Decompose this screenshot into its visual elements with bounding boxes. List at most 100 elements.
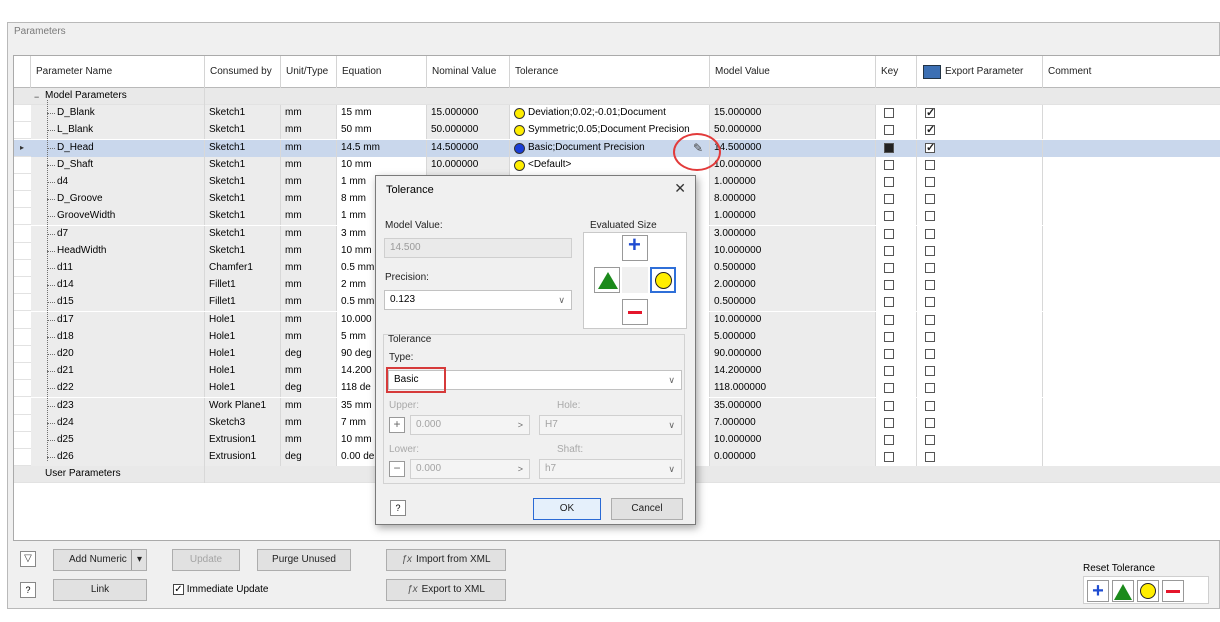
export-checkbox[interactable] bbox=[925, 315, 935, 325]
hole-select[interactable]: H7 ∨ bbox=[539, 415, 682, 435]
cell-eq[interactable]: 14.5 mm bbox=[337, 140, 427, 157]
export-checkbox[interactable] bbox=[925, 349, 935, 359]
export-checkbox[interactable] bbox=[925, 435, 935, 445]
key-checkbox[interactable] bbox=[884, 366, 894, 376]
cell-comment[interactable] bbox=[1043, 380, 1220, 397]
cell-comment[interactable] bbox=[1043, 140, 1220, 157]
cell-comment[interactable] bbox=[1043, 277, 1220, 294]
key-checkbox[interactable] bbox=[884, 297, 894, 307]
cell-comment[interactable] bbox=[1043, 260, 1220, 277]
key-checkbox[interactable] bbox=[884, 246, 894, 256]
ok-button[interactable]: OK bbox=[533, 498, 601, 520]
cell-comment[interactable] bbox=[1043, 122, 1220, 139]
eval-upper-button[interactable]: + bbox=[622, 232, 648, 261]
cell-tol[interactable]: Deviation;0.02;-0.01;Document bbox=[510, 105, 710, 122]
key-checkbox[interactable] bbox=[884, 280, 894, 290]
export-checkbox[interactable] bbox=[925, 332, 935, 342]
col-nominal-value[interactable]: Nominal Value bbox=[427, 56, 510, 88]
cancel-button[interactable]: Cancel bbox=[611, 498, 683, 520]
col-parameter-name[interactable]: Parameter Name bbox=[31, 56, 205, 88]
reset-yellow-button[interactable] bbox=[1137, 580, 1159, 602]
col-consumed-by[interactable]: Consumed by bbox=[205, 56, 281, 88]
export-checkbox[interactable] bbox=[925, 211, 935, 221]
key-checkbox[interactable] bbox=[884, 452, 894, 462]
collapse-icon[interactable]: − bbox=[34, 92, 39, 102]
export-checkbox[interactable] bbox=[925, 263, 935, 273]
key-checkbox[interactable] bbox=[884, 401, 894, 411]
key-checkbox[interactable] bbox=[884, 194, 894, 204]
lower-field[interactable]: 0.000 > bbox=[410, 459, 530, 479]
key-checkbox[interactable] bbox=[884, 177, 894, 187]
update-button[interactable]: Update bbox=[172, 549, 240, 571]
checkbox-checked-icon[interactable]: ✓ bbox=[173, 584, 184, 595]
cell-comment[interactable] bbox=[1043, 105, 1220, 122]
export-checkbox[interactable] bbox=[925, 383, 935, 393]
cell-comment[interactable] bbox=[1043, 346, 1220, 363]
export-checkbox[interactable] bbox=[925, 452, 935, 462]
cell-comment[interactable] bbox=[1043, 432, 1220, 449]
export-checkbox[interactable] bbox=[925, 140, 935, 156]
col-unit-type[interactable]: Unit/Type bbox=[281, 56, 337, 88]
immediate-update-checkbox[interactable]: ✓ Immediate Update bbox=[173, 584, 269, 595]
key-checkbox[interactable] bbox=[884, 349, 894, 359]
reset-minus-button[interactable] bbox=[1162, 580, 1184, 602]
cell-comment[interactable] bbox=[1043, 415, 1220, 432]
col-comment[interactable]: Comment bbox=[1043, 56, 1220, 88]
cell-comment[interactable] bbox=[1043, 191, 1220, 208]
col-equation[interactable]: Equation bbox=[337, 56, 427, 88]
eval-nominal-button[interactable] bbox=[650, 267, 676, 293]
filter-icon[interactable]: ▽ bbox=[20, 551, 36, 567]
cell-comment[interactable] bbox=[1043, 208, 1220, 225]
key-checkbox[interactable] bbox=[884, 229, 894, 239]
export-checkbox[interactable] bbox=[925, 105, 935, 121]
key-checkbox[interactable] bbox=[884, 108, 894, 118]
key-checkbox[interactable] bbox=[884, 143, 894, 153]
cell-comment[interactable] bbox=[1043, 449, 1220, 466]
key-checkbox[interactable] bbox=[884, 315, 894, 325]
export-checkbox[interactable] bbox=[925, 160, 935, 170]
cell-comment[interactable] bbox=[1043, 312, 1220, 329]
cell-eq[interactable]: 10 mm bbox=[337, 157, 427, 174]
col-export-parameter[interactable]: Export Parameter bbox=[917, 56, 1043, 88]
export-to-xml-button[interactable]: ƒx Export to XML bbox=[386, 579, 506, 601]
help-icon[interactable]: ? bbox=[390, 500, 406, 516]
cell-comment[interactable] bbox=[1043, 157, 1220, 174]
key-checkbox[interactable] bbox=[884, 263, 894, 273]
cell-comment[interactable] bbox=[1043, 363, 1220, 380]
key-checkbox[interactable] bbox=[884, 211, 894, 221]
export-checkbox[interactable] bbox=[925, 194, 935, 204]
cell-comment[interactable] bbox=[1043, 243, 1220, 260]
key-checkbox[interactable] bbox=[884, 435, 894, 445]
key-checkbox[interactable] bbox=[884, 332, 894, 342]
link-button[interactable]: Link bbox=[53, 579, 147, 601]
group-row-model-parameters[interactable]: Model Parameters − bbox=[14, 88, 1220, 105]
key-checkbox[interactable] bbox=[884, 160, 894, 170]
import-from-xml-button[interactable]: ƒx Import from XML bbox=[386, 549, 506, 571]
export-checkbox[interactable] bbox=[925, 401, 935, 411]
upper-field[interactable]: 0.000 > bbox=[410, 415, 530, 435]
key-checkbox[interactable] bbox=[884, 383, 894, 393]
reset-green-button[interactable] bbox=[1112, 580, 1134, 602]
export-checkbox[interactable] bbox=[925, 418, 935, 428]
export-checkbox[interactable] bbox=[925, 122, 935, 138]
table-row[interactable]: ▸ D_Head Sketch1 mm 14.5 mm 14.500000 Basic;Do… bbox=[14, 140, 1220, 157]
cell-comment[interactable] bbox=[1043, 329, 1220, 346]
cell-eq[interactable]: 15 mm bbox=[337, 105, 427, 122]
shaft-select[interactable]: h7 ∨ bbox=[539, 459, 682, 479]
col-model-value[interactable]: Model Value bbox=[710, 56, 876, 88]
cell-tol[interactable]: Symmetric;0.05;Document Precision bbox=[510, 122, 710, 139]
export-checkbox[interactable] bbox=[925, 297, 935, 307]
export-checkbox[interactable] bbox=[925, 177, 935, 187]
eval-lower-triangle-button[interactable] bbox=[594, 267, 620, 293]
dropdown-arrow-icon[interactable]: ▾ bbox=[130, 550, 142, 570]
add-numeric-button[interactable]: Add Numeric ▾ bbox=[53, 549, 147, 571]
help-icon[interactable]: ? bbox=[20, 582, 36, 598]
export-checkbox[interactable] bbox=[925, 246, 935, 256]
key-checkbox[interactable] bbox=[884, 418, 894, 428]
close-icon[interactable]: ✕ bbox=[674, 180, 686, 197]
col-key[interactable]: Key bbox=[876, 56, 917, 88]
cell-comment[interactable] bbox=[1043, 398, 1220, 415]
purge-unused-button[interactable]: Purge Unused bbox=[257, 549, 351, 571]
cell-comment[interactable] bbox=[1043, 226, 1220, 243]
export-checkbox[interactable] bbox=[925, 229, 935, 239]
